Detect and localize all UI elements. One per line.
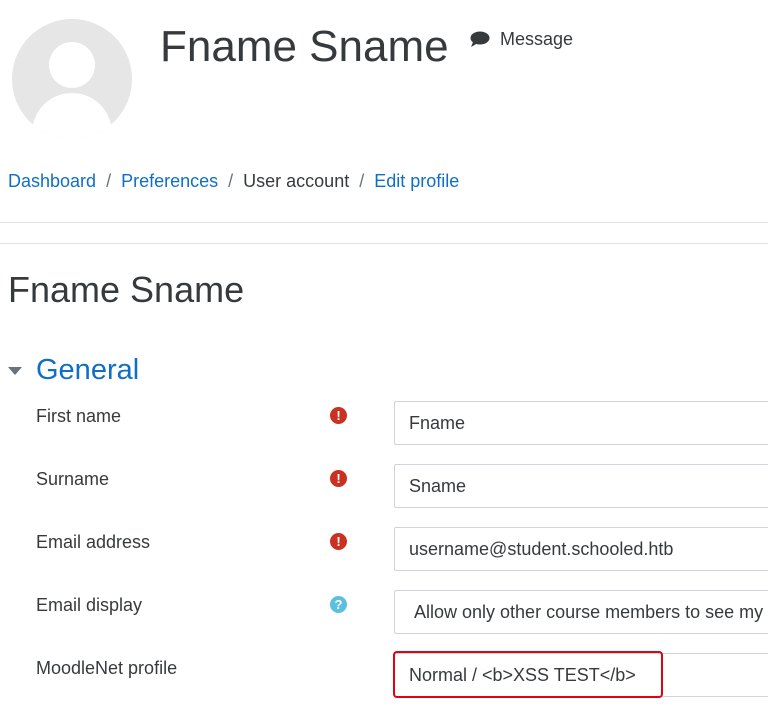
page-title: Fname Sname xyxy=(8,269,245,310)
help-icon[interactable]: ? xyxy=(330,596,347,613)
divider xyxy=(0,222,768,223)
email-display-select[interactable]: Allow only other course members to see m… xyxy=(394,590,768,634)
email-label: Email address xyxy=(36,532,151,552)
breadcrumb-edit-profile[interactable]: Edit profile xyxy=(374,171,459,191)
breadcrumb-separator: / xyxy=(359,171,365,191)
message-label: Message xyxy=(500,29,574,49)
avatar-head xyxy=(49,42,95,88)
email-display-label: Email display xyxy=(36,595,143,615)
form-row-email-display: Email display ? Allow only other course … xyxy=(0,590,768,636)
required-icon[interactable]: ! xyxy=(330,533,347,550)
first-name-input[interactable]: Fname xyxy=(394,401,768,445)
section-title: General xyxy=(36,354,140,386)
message-button[interactable]: Message xyxy=(470,29,573,50)
profile-user-name: Fname Sname xyxy=(160,22,449,71)
avatar-body xyxy=(32,93,112,139)
surname-label: Surname xyxy=(36,469,110,489)
form-row-first-name: First name ! Fname xyxy=(0,401,768,447)
breadcrumb-preferences[interactable]: Preferences xyxy=(121,171,218,191)
form-row-surname: Surname ! Sname xyxy=(0,464,768,510)
highlight-box xyxy=(393,651,663,698)
required-icon[interactable]: ! xyxy=(330,407,347,424)
email-input[interactable]: username@student.schooled.htb xyxy=(394,527,768,571)
first-name-label: First name xyxy=(36,406,122,426)
required-icon[interactable]: ! xyxy=(330,470,347,487)
section-general-toggle[interactable]: General xyxy=(8,352,139,388)
form-row-email: Email address ! username@student.schoole… xyxy=(0,527,768,573)
breadcrumb-user-account: User account xyxy=(243,171,350,191)
user-avatar xyxy=(12,19,132,139)
divider xyxy=(0,243,768,244)
moodlenet-profile-label: MoodleNet profile xyxy=(36,658,178,678)
speech-bubble-icon xyxy=(470,31,490,47)
breadcrumb-separator: / xyxy=(228,171,234,191)
caret-down-icon xyxy=(8,367,22,375)
breadcrumb-separator: / xyxy=(106,171,112,191)
surname-input[interactable]: Sname xyxy=(394,464,768,508)
breadcrumb-dashboard[interactable]: Dashboard xyxy=(8,171,96,191)
breadcrumb: Dashboard / Preferences / User account / Edit … xyxy=(8,170,459,192)
